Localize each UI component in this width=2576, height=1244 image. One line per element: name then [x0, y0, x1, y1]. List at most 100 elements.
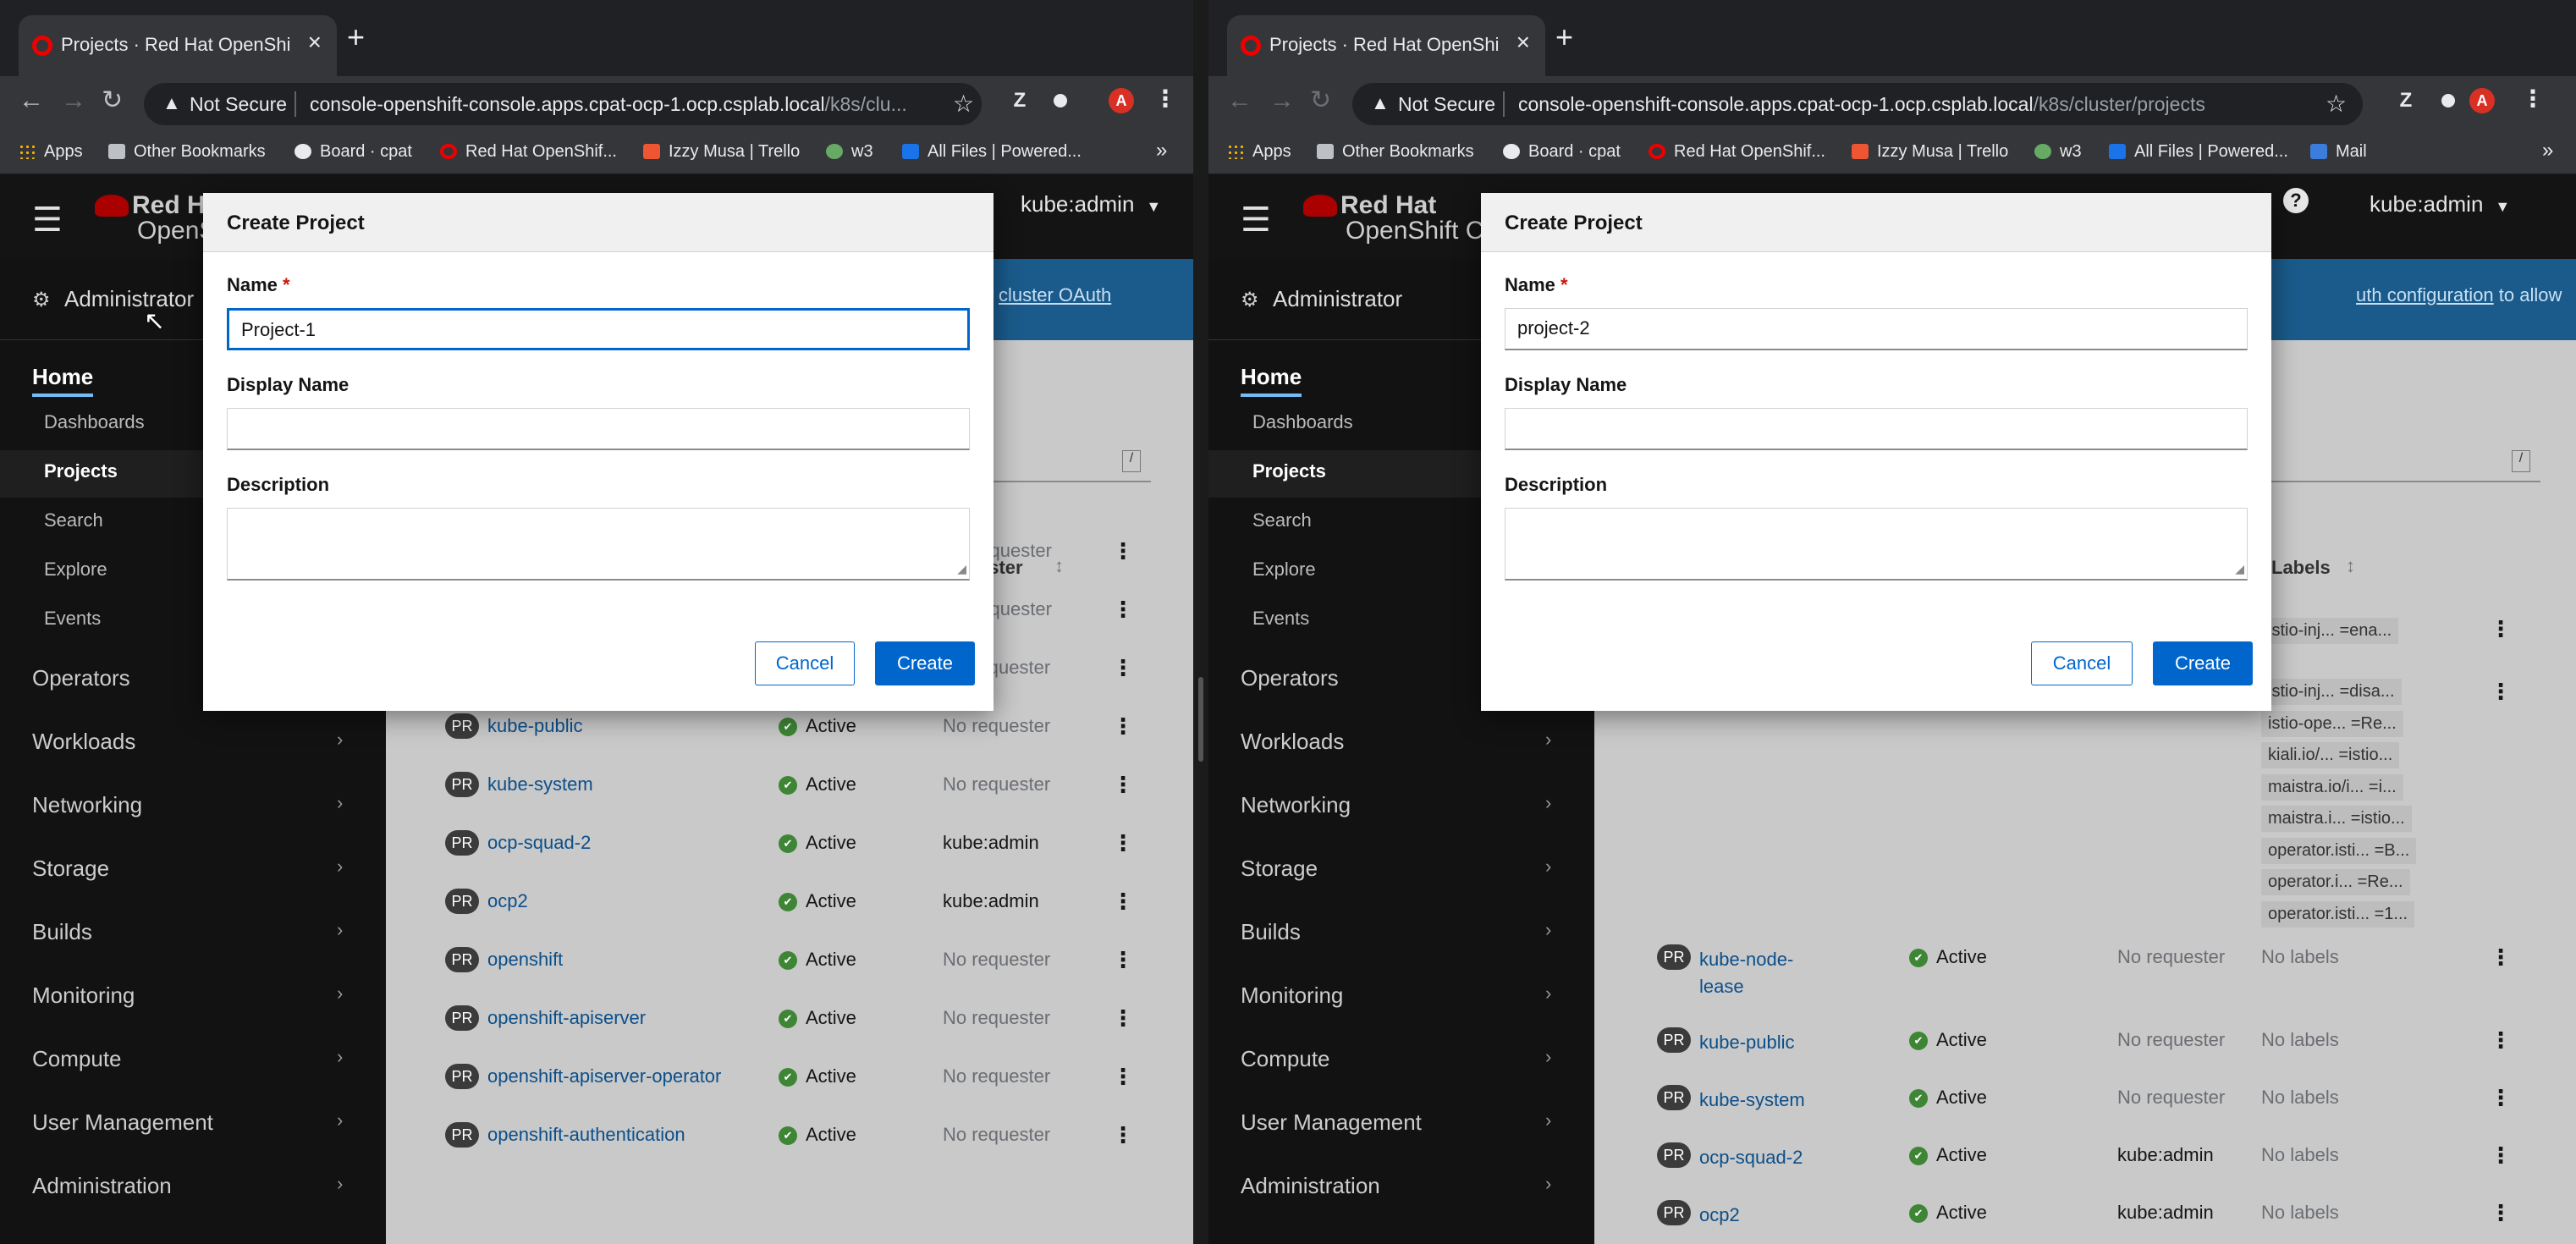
project-name-link[interactable]: ocp2 [1699, 1202, 1740, 1229]
label-chip[interactable]: istio-inj... =disa... [2261, 679, 2402, 705]
kebab-menu-icon[interactable]: ⋮ [1112, 597, 1134, 623]
name-input[interactable]: project-2 [1505, 308, 2248, 350]
bookmarks-overflow-icon[interactable]: » [1156, 139, 1167, 162]
display-name-input[interactable] [1505, 408, 2248, 450]
name-input[interactable]: Project-1 [227, 308, 970, 350]
extension-circle-icon[interactable] [1048, 88, 1073, 113]
nav-item-search[interactable]: Search [44, 509, 103, 531]
kebab-menu-icon[interactable]: ⋮ [2490, 1200, 2512, 1226]
bookmark-trello[interactable]: Izzy Musa | Trello [643, 142, 800, 162]
bookmark-apps[interactable]: Apps [19, 142, 83, 162]
banner-link[interactable]: uth configuration [2356, 284, 2494, 305]
description-textarea[interactable]: ◢ [1505, 508, 2248, 581]
bookmark-box[interactable]: All Files | Powered... [2109, 142, 2288, 162]
bookmark-board[interactable]: Board · cpat [294, 142, 412, 162]
bookmark-other[interactable]: Other Bookmarks [108, 142, 266, 162]
project-name-link[interactable]: openshift [487, 949, 563, 971]
nav-group-workloads[interactable]: Workloads › [1241, 729, 1551, 755]
extension-circle-icon[interactable] [2436, 88, 2461, 113]
forward-icon[interactable]: → [61, 88, 86, 113]
kebab-menu-icon[interactable]: ⋮ [1112, 655, 1134, 681]
close-tab-icon[interactable]: × [1516, 30, 1530, 54]
browser-menu-icon[interactable]: ⋮ [1153, 87, 1178, 113]
bookmark-star-icon[interactable]: ☆ [953, 90, 974, 118]
project-name-link[interactable]: kube-public [1699, 1029, 1795, 1056]
nav-group-operators[interactable]: Operators› [32, 665, 343, 691]
project-name-link[interactable]: ocp-squad-2 [1699, 1144, 1803, 1171]
nav-group-networking[interactable]: Networking › [1241, 792, 1551, 818]
project-name-link[interactable]: openshift-apiserver-operator [487, 1065, 721, 1087]
user-menu[interactable]: kube:admin ▼ [1021, 191, 1161, 217]
cancel-button[interactable]: Cancel [755, 641, 855, 685]
resize-handle-icon[interactable]: ◢ [957, 562, 966, 576]
url-omnibox[interactable]: ▲ Not Secure console-openshift-console.a… [1352, 83, 2363, 125]
label-chip[interactable]: operator.i... =Re... [2261, 869, 2410, 895]
kebab-menu-icon[interactable]: ⋮ [1112, 947, 1134, 973]
nav-item-projects[interactable]: Projects [44, 460, 118, 482]
bookmark-board[interactable]: Board · cpat [1503, 142, 1621, 162]
bookmark-mail[interactable]: Mail [2310, 142, 2367, 162]
bookmark-box[interactable]: All Files | Powered... [902, 142, 1082, 162]
profile-avatar[interactable]: A [1109, 88, 1134, 113]
label-chip[interactable]: maistra.io/i... =i... [2261, 773, 2403, 801]
bookmark-w3[interactable]: w3 [2034, 142, 2082, 162]
nav-group-user-management[interactable]: User Management › [1241, 1109, 1551, 1136]
nav-item-events[interactable]: Events [1252, 608, 1309, 630]
description-textarea[interactable]: ◢ [227, 508, 970, 581]
project-name-link[interactable]: kube-system [1699, 1087, 1805, 1114]
browser-tab[interactable]: Projects · Red Hat OpenShift C × [1227, 15, 1545, 76]
bookmark-trello[interactable]: Izzy Musa | Trello [1852, 142, 2008, 162]
user-menu[interactable]: kube:admin ▼ [2370, 191, 2510, 217]
url-omnibox[interactable]: ▲ Not Secure console-openshift-console.a… [144, 83, 982, 125]
label-chip[interactable]: istio-ope... =Re... [2261, 710, 2403, 737]
bookmarks-overflow-icon[interactable]: » [2542, 139, 2553, 162]
bookmark-other[interactable]: Other Bookmarks [1317, 142, 1474, 162]
label-chip[interactable]: kiali.io/... =istio... [2261, 742, 2400, 768]
nav-item-dashboards[interactable]: Dashboards [44, 411, 145, 433]
url-text[interactable]: console-openshift-console.apps.cpat-ocp-… [1518, 93, 2297, 116]
reload-icon[interactable]: ↻ [102, 88, 123, 113]
kebab-menu-icon[interactable]: ⋮ [2490, 616, 2512, 642]
label-chip[interactable]: operator.isti... =B... [2261, 837, 2417, 864]
nav-group-administration[interactable]: Administration › [1241, 1173, 1551, 1199]
nav-item-explore[interactable]: Explore [1252, 559, 1316, 581]
reload-icon[interactable]: ↻ [1310, 88, 1331, 113]
kebab-menu-icon[interactable]: ⋮ [1112, 830, 1134, 856]
back-icon[interactable]: ← [1227, 88, 1252, 113]
nav-group-user-management[interactable]: User Management › [32, 1109, 343, 1136]
hamburger-menu-icon[interactable]: ☰ [1241, 203, 1271, 237]
nav-group-networking[interactable]: Networking › [32, 792, 343, 818]
forward-icon[interactable]: → [1269, 88, 1295, 113]
browser-tab[interactable]: Projects · Red Hat OpenShift C × [19, 15, 337, 76]
url-text[interactable]: console-openshift-console.apps.cpat-ocp-… [310, 93, 919, 116]
nav-section-home[interactable]: Home [1241, 364, 1302, 397]
sort-icon[interactable]: ↕ [2346, 555, 2355, 577]
display-name-input[interactable] [227, 408, 970, 450]
nav-group-storage[interactable]: Storage › [1241, 856, 1551, 882]
project-name-link[interactable]: kube-node-lease [1699, 946, 1793, 1000]
resize-handle-icon[interactable]: ◢ [2235, 562, 2244, 576]
nav-item-explore[interactable]: Explore [44, 559, 107, 581]
bookmark-redhat[interactable]: Red Hat OpenShif... [440, 142, 617, 162]
kebab-menu-icon[interactable]: ⋮ [2490, 1085, 2512, 1111]
close-tab-icon[interactable]: × [308, 30, 322, 54]
cancel-button[interactable]: Cancel [2031, 641, 2133, 685]
bookmark-w3[interactable]: w3 [826, 142, 873, 162]
nav-group-administration[interactable]: Administration › [32, 1173, 343, 1199]
kebab-menu-icon[interactable]: ⋮ [2490, 679, 2512, 705]
label-chip[interactable]: operator.isti... =1... [2261, 900, 2415, 927]
kebab-menu-icon[interactable]: ⋮ [2490, 1142, 2512, 1169]
banner-link[interactable]: cluster OAuth [999, 284, 1111, 306]
project-name-link[interactable]: kube-public [487, 715, 583, 737]
label-chip[interactable]: istio-inj... =ena... [2261, 618, 2399, 644]
create-button[interactable]: Create [2153, 641, 2253, 685]
column-header-labels[interactable]: Labels [2271, 557, 2331, 579]
profile-avatar[interactable]: A [2469, 88, 2495, 113]
kebab-menu-icon[interactable]: ⋮ [1112, 538, 1134, 564]
kebab-menu-icon[interactable]: ⋮ [1112, 1064, 1134, 1090]
nav-item-dashboards[interactable]: Dashboards [1252, 411, 1353, 433]
nav-group-monitoring[interactable]: Monitoring › [32, 983, 343, 1009]
kebab-menu-icon[interactable]: ⋮ [1112, 1122, 1134, 1148]
project-name-link[interactable]: openshift-authentication [487, 1124, 685, 1146]
nav-group-compute[interactable]: Compute › [1241, 1046, 1551, 1072]
